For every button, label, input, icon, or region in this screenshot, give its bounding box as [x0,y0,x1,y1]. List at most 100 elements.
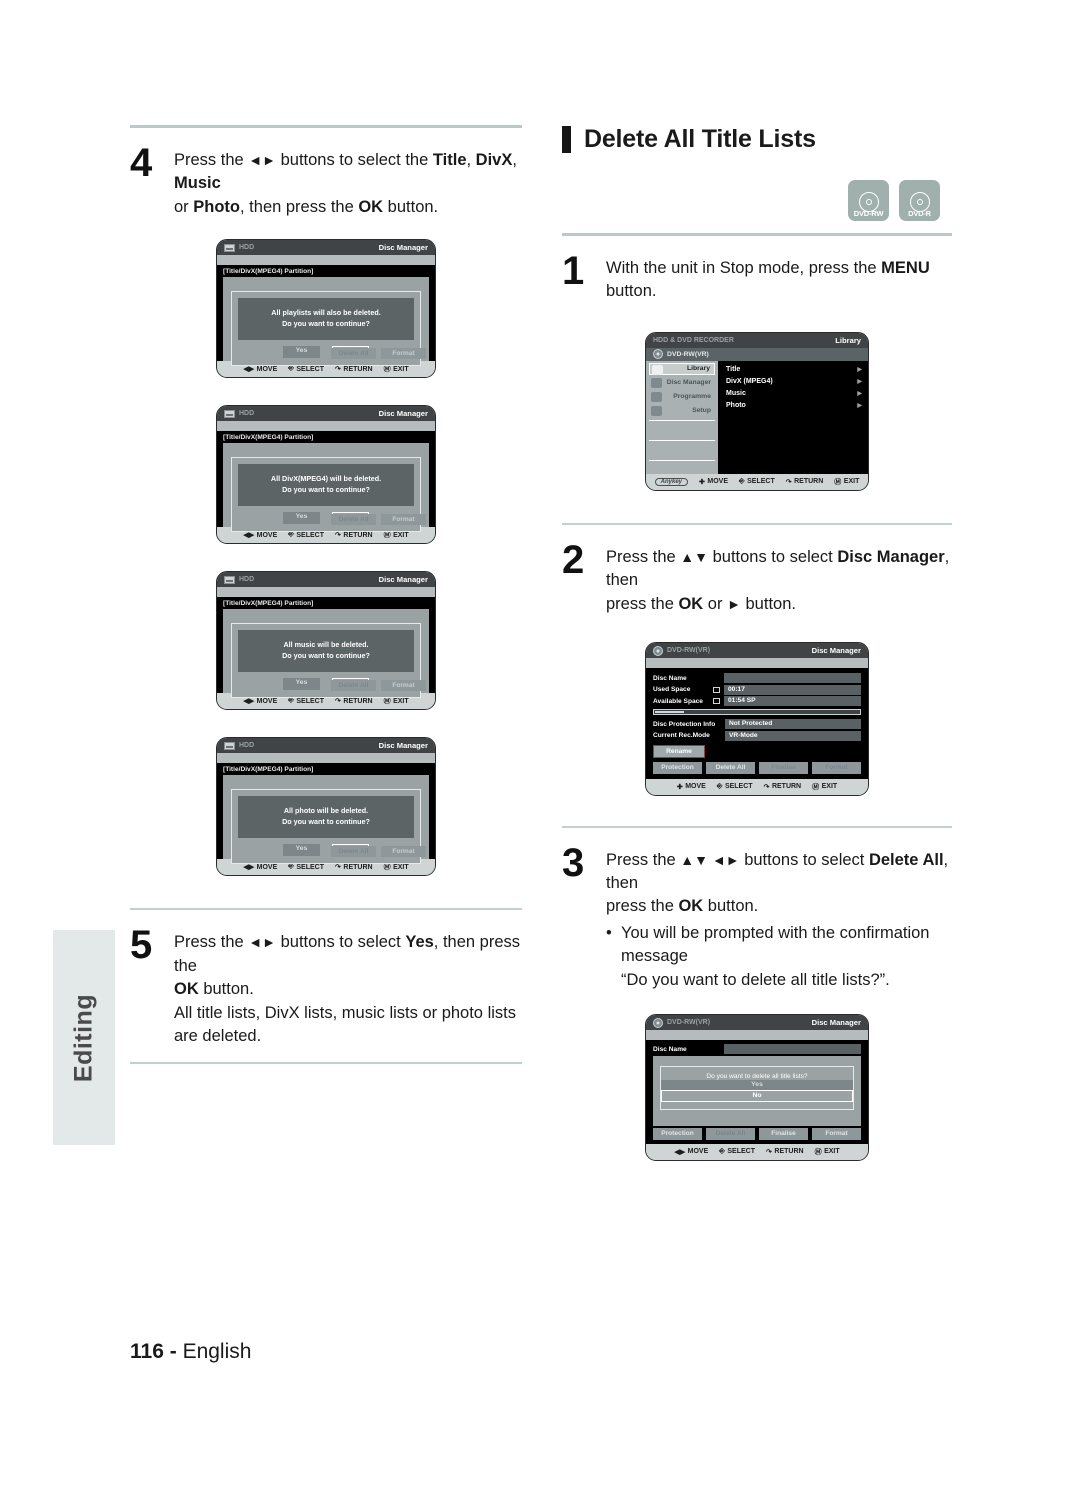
shot-3-source: HDD [239,576,255,584]
move-arrows-icon: ✚ [676,783,683,791]
shot-1-partition-label: [Title/DivX(MPEG4) Partition] [223,268,314,276]
shot-wrap-1: HDD Disc Manager [Title/DivX(MPEG4) Part… [130,239,522,379]
dm-row-rec-mode: Current Rec.Mode VR-Mode [653,730,861,741]
step-2-number: 2 [562,537,584,582]
shot-3-format-button[interactable]: Format [381,680,426,692]
confirm-button-row: Yes No [661,1079,853,1102]
shot-1-yes-button[interactable]: Yes [283,345,320,358]
library-sidebar-spacer-1 [649,424,715,437]
library-list-spacer [718,412,868,446]
section-marker [562,126,571,153]
shot-4-yes-button[interactable]: Yes [283,843,320,856]
protection-button[interactable]: Protection [653,761,702,774]
shot-1-move: ◀▶ MOVE [243,365,278,374]
sidebar-item-setup[interactable]: Setup [649,404,715,417]
confirm-exit: Ⓜ EXIT [814,1148,840,1156]
shot-3-partition-area: All music will be deleted. Do you want t… [223,609,429,698]
format-button[interactable]: Format [812,1127,861,1140]
shot-2-yes-button[interactable]: Yes [283,511,320,524]
sidebar-item-library[interactable]: Library [649,362,715,375]
shot-3-title: Disc Manager [378,575,428,585]
step-4: 4 Press the ◄► buttons to select the Tit… [130,128,522,233]
dm-header-right: Disc Manager [811,646,861,656]
library-list-item-photo[interactable]: Photo ▶ [718,400,868,412]
shot-3-yes-button[interactable]: Yes [283,677,320,690]
shot-4-format-button[interactable]: Format [381,846,426,858]
finalise-button[interactable]: Finalise [759,1127,808,1140]
shot-3-delete-all-button[interactable]: Delete All [331,680,376,692]
confirm-no-button[interactable]: No [661,1089,853,1102]
step-3-bullet: • You will be prompted with the confirma… [606,922,952,992]
shot-1-source: HDD [239,244,255,252]
shot-1-delete-all-button[interactable]: Delete All [331,348,376,360]
step-2: 2 Press the ▲▼ buttons to select Disc Ma… [562,525,952,630]
used-space-icon [713,686,720,693]
shot-2-delete-all-button[interactable]: Delete All [331,514,376,526]
anykey-button[interactable]: Anykey [654,477,688,486]
shot-2-format-button[interactable]: Format [381,514,426,526]
move-arrows-icon: ◀▶ [243,698,255,706]
disc-icon [653,645,663,656]
confirm-yes-button[interactable]: Yes [661,1079,853,1090]
shot-wrap-2: HDD Disc Manager [Title/DivX(MPEG4) Part… [130,405,522,545]
dm-row-available-space: Available Space 01:54 SP [653,696,861,707]
dm-subbar [646,658,868,669]
hdd-icon [224,575,235,584]
shot-4-source: HDD [239,742,255,750]
step-2-wrap: 2 Press the ▲▼ buttons to select Disc Ma… [562,522,952,630]
library-list-item-music[interactable]: Music ▶ [718,388,868,400]
disc-manager-shot-wrap: DVD-RW(VR) Disc Manager Disc Name Used S… [562,642,952,796]
dm-bottombar: ✚ MOVE ⎆ SELECT ↷ RETURN Ⓜ EXIT [646,778,868,795]
divider-step-5-bottom [130,1062,522,1065]
exit-icon: Ⓜ [383,532,391,540]
shot-4-return: ↷ RETURN [335,863,373,872]
chevron-right-icon: ▶ [857,367,862,374]
shot-3-low-buttons: Delete All Format [331,680,426,692]
shot-4-partition-label: [Title/DivX(MPEG4) Partition] [223,766,314,774]
shot-2-subbar [217,421,435,432]
shot-4-exit: Ⓜ EXIT [383,863,409,872]
shot-1-message-line2: Do you want to continue? [282,319,370,329]
step-1: 1 With the unit in Stop mode, press the … [562,236,952,318]
shot-2-exit: Ⓜ EXIT [383,531,409,540]
library-list-item-title[interactable]: Title ▶ [718,364,868,376]
disc-manager-icon [651,377,662,388]
library-select: ⎆ SELECT [739,477,775,486]
shot-4-message: All photo will be deleted. Do you want t… [238,796,414,838]
dm-select: ⎆ SELECT [716,782,753,791]
exit-icon: Ⓜ [834,478,842,486]
section-title: Delete All Title Lists [584,125,816,153]
delete-all-button[interactable]: Delete All [706,761,755,774]
shot-1-low-buttons: Delete All Format [331,348,426,360]
confirm-row-disc-name: Disc Name [653,1044,861,1055]
confirm-select: ⎆ SELECT [719,1147,756,1156]
shot-4-move: ◀▶ MOVE [243,863,278,872]
delete-all-button[interactable]: Delete All [706,1127,755,1140]
shot-1-format-button[interactable]: Format [381,348,426,360]
shot-3-message-line1: All music will be deleted. [283,640,369,650]
shot-4-message-line1: All photo will be deleted. [283,806,369,816]
badge-dvd-r-label: DVD-R [908,209,931,218]
chapter-tab-editing: Editing [53,930,115,1145]
sidebar-item-programme[interactable]: Programme [649,390,715,403]
exit-icon: Ⓜ [812,783,820,791]
select-icon: ⎆ [288,863,294,871]
step-3: 3 Press the ▲▼ ◄► buttons to select Dele… [562,828,952,1007]
format-button[interactable]: Format [812,761,861,774]
confirm-subbar [646,1030,868,1041]
shot-2-title: Disc Manager [378,409,428,419]
step-4-text: Press the ◄► buttons to select the Title… [174,145,522,219]
screenshot-delete-all-confirm: DVD-RW(VR) Disc Manager Disc Name Do you… [645,1014,869,1161]
move-arrows-icon: ✚ [699,478,705,486]
chapter-tab-label: Editing [69,993,98,1082]
protection-button[interactable]: Protection [653,1127,702,1140]
library-disc-row: DVD-RW(VR) [646,347,868,361]
library-list-item-divx[interactable]: DivX (MPEG4) ▶ [718,376,868,388]
shot-4-delete-all-button[interactable]: Delete All [331,846,376,858]
sidebar-item-disc-manager[interactable]: Disc Manager [649,376,715,389]
shot-3-message-line2: Do you want to continue? [282,651,370,661]
dm-row-disc-name: Disc Name [653,673,861,684]
finalise-button[interactable]: Finalise [759,761,808,774]
library-titlebar: HDD & DVD RECORDER Library [646,332,868,348]
rename-button[interactable]: Rename [653,744,705,758]
